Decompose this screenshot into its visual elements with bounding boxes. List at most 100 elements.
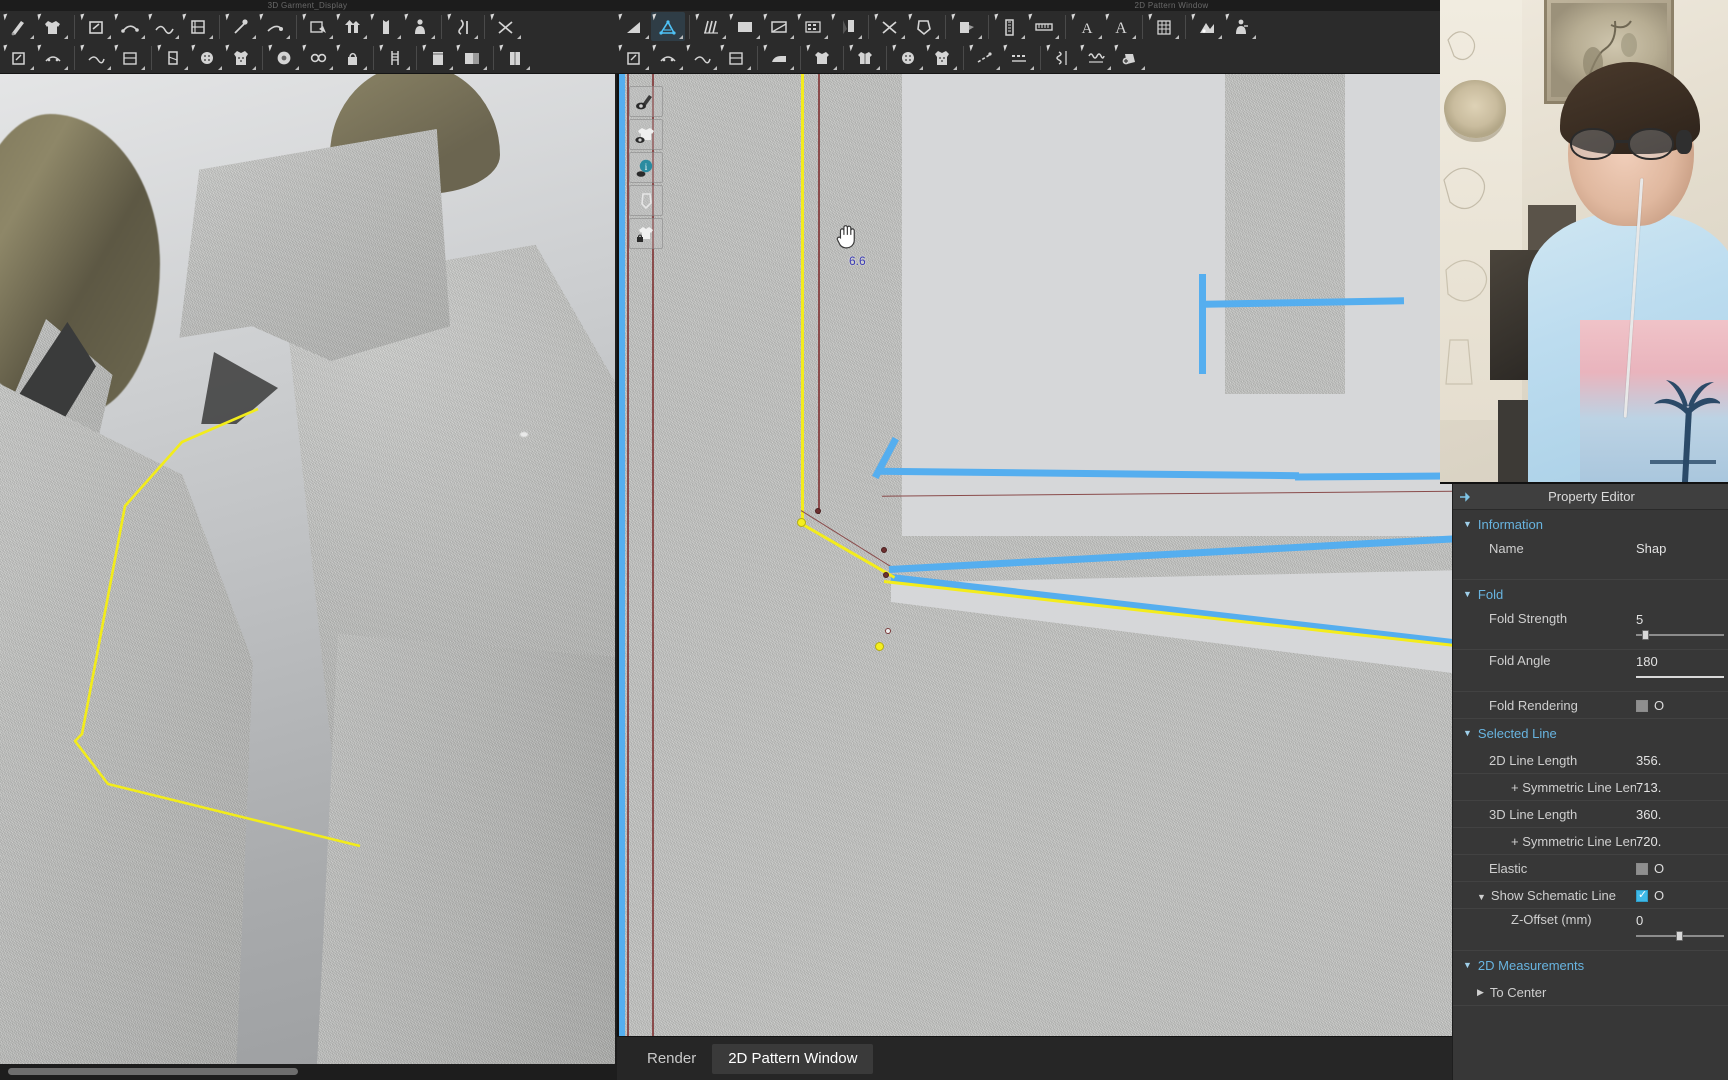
slider-fold-strength[interactable]: [1636, 630, 1724, 640]
topstitch-tool[interactable]: [498, 43, 532, 72]
checkbox-show-schematic-line[interactable]: [1636, 888, 1648, 902]
pattern-point-red-upper[interactable]: [815, 508, 821, 514]
avatar-print-tool[interactable]: [1224, 12, 1258, 41]
avatar-tool[interactable]: [403, 12, 437, 41]
edit-curvature-tool[interactable]: [147, 12, 181, 41]
segment-tool[interactable]: [489, 12, 523, 41]
property-value-fold-strength[interactable]: 5: [1636, 611, 1728, 640]
sew-free-tool[interactable]: [2, 43, 36, 72]
property-value-2d-symmetric-line-length[interactable]: 713.: [1636, 780, 1728, 795]
iron-tool[interactable]: [762, 43, 796, 72]
property-editor-panel[interactable]: Property Editor ▼ Information Name Shap ▼ Fol…: [1452, 484, 1728, 1080]
zipper-edit-tool[interactable]: [378, 43, 412, 72]
transform-pattern-tool[interactable]: [79, 12, 113, 41]
pattern-point-red-corner[interactable]: [881, 547, 887, 553]
lock-tool[interactable]: [335, 43, 369, 72]
property-subgroup-to-center[interactable]: ▶ To Center: [1453, 979, 1728, 1006]
selected-line-vertical[interactable]: [801, 74, 804, 522]
button-2d-tool[interactable]: [891, 43, 925, 72]
value-box-fold-angle[interactable]: 180: [1636, 653, 1728, 682]
buttonhole-2d-tool[interactable]: [925, 43, 959, 72]
stitch-line-tool[interactable]: [968, 43, 1002, 72]
webcam-overlay[interactable]: [1440, 0, 1728, 484]
horizontal-scrollbar[interactable]: [8, 1068, 298, 1075]
sew-segment-2d-tool[interactable]: [651, 43, 685, 72]
viewport-3d-garment[interactable]: [0, 74, 615, 1080]
round-button-tool[interactable]: [267, 43, 301, 72]
seam-blue-left-edge[interactable]: [619, 74, 625, 1036]
lock-garment-icon[interactable]: [629, 218, 663, 249]
edit-sew-2d-tool[interactable]: [685, 43, 719, 72]
property-value-z-offset-mm[interactable]: 0: [1636, 912, 1728, 941]
snap-tool[interactable]: [301, 43, 335, 72]
gizmo-tool[interactable]: [335, 12, 369, 41]
dart-tool[interactable]: [830, 12, 864, 41]
zipper-tool[interactable]: [446, 12, 480, 41]
trim-tool[interactable]: [369, 12, 403, 41]
checkbox-elastic[interactable]: [1636, 862, 1648, 875]
property-group-fold[interactable]: ▼ Fold: [1453, 580, 1728, 608]
select-mesh-tool[interactable]: [301, 12, 335, 41]
show-hide-internal-shape-icon[interactable]: [629, 185, 663, 216]
graphic-tool[interactable]: [1190, 12, 1224, 41]
edit-pattern-2d-tool[interactable]: [651, 12, 685, 41]
pleat-tool[interactable]: [694, 12, 728, 41]
cut-sew-tool[interactable]: [873, 12, 907, 41]
sew-free-2d-tool[interactable]: [617, 43, 651, 72]
tack-tool[interactable]: [258, 12, 292, 41]
add-fabric-tool[interactable]: [1113, 43, 1147, 72]
edit-curve-point-tool[interactable]: [113, 12, 147, 41]
property-group-selected-line[interactable]: ▼ Selected Line: [1453, 719, 1728, 747]
button-tool[interactable]: [190, 43, 224, 72]
property-value-fold-angle[interactable]: 180: [1636, 653, 1728, 682]
property-value-2d-line-length[interactable]: 356.: [1636, 753, 1728, 768]
property-value-show-schematic-line[interactable]: O: [1636, 887, 1728, 903]
rectangle-tool[interactable]: [728, 12, 762, 41]
fold-shirt-tool[interactable]: [848, 43, 882, 72]
pin-icon[interactable]: [1453, 491, 1475, 503]
text-tool[interactable]: A: [1070, 12, 1104, 41]
edit-brush-tool[interactable]: [36, 12, 70, 41]
show-hide-pattern-outline-icon[interactable]: [629, 86, 663, 117]
pattern-point-hollow[interactable]: [885, 628, 891, 634]
measure-ruler-tool[interactable]: [1027, 12, 1061, 41]
property-value-elastic[interactable]: O: [1636, 860, 1728, 876]
measure-tape-tool[interactable]: [993, 12, 1027, 41]
polygon-tool[interactable]: [617, 12, 651, 41]
value-box-fold-strength[interactable]: 5: [1636, 611, 1728, 640]
pattern-point-red-lower[interactable]: [883, 572, 889, 578]
buttonhole-tool[interactable]: [224, 43, 258, 72]
property-value-3d-line-length[interactable]: 360.: [1636, 807, 1728, 822]
edit-sew-tool[interactable]: [79, 43, 113, 72]
elastic-tool[interactable]: [1045, 43, 1079, 72]
edit-pattern-tool[interactable]: [2, 12, 36, 41]
show-hide-info-icon[interactable]: i: [629, 152, 663, 183]
sew-m-n-tool[interactable]: [113, 43, 147, 72]
grading-tool[interactable]: [950, 12, 984, 41]
slider-fold-angle[interactable]: [1636, 672, 1724, 682]
seam-red-center[interactable]: [818, 74, 820, 514]
pattern-point-selected-upper[interactable]: [797, 518, 806, 527]
trace-tool[interactable]: [907, 12, 941, 41]
fabric-tool[interactable]: [421, 43, 455, 72]
value-box-z-offset-mm[interactable]: 0: [1636, 912, 1728, 941]
dashed-line-tool[interactable]: [1002, 43, 1036, 72]
polygon-draw-tool[interactable]: [762, 12, 796, 41]
checkbox-fold-rendering[interactable]: [1636, 699, 1648, 712]
tab-render[interactable]: Render: [631, 1044, 712, 1074]
property-value-name[interactable]: Shap: [1636, 541, 1728, 556]
property-group-information[interactable]: ▼ Information: [1453, 510, 1728, 538]
sew-mn-2d-tool[interactable]: [719, 43, 753, 72]
sew-segment-tool[interactable]: [36, 43, 70, 72]
tab-2d-pattern-window[interactable]: 2D Pattern Window: [712, 1043, 874, 1074]
property-value-3d-symmetric-line-length[interactable]: 720.: [1636, 834, 1728, 849]
grid-tool[interactable]: [1147, 12, 1181, 41]
ruffle-tool[interactable]: [1079, 43, 1113, 72]
fold-tool[interactable]: [156, 43, 190, 72]
fold-arrangement-tool[interactable]: [181, 12, 215, 41]
property-group-2d-measurements[interactable]: ▼ 2D Measurements: [1453, 951, 1728, 979]
puckering-tool[interactable]: [455, 43, 489, 72]
pin-tool[interactable]: [224, 12, 258, 41]
pattern-point-selected[interactable]: [875, 642, 884, 651]
text-style-tool[interactable]: A: [1104, 12, 1138, 41]
